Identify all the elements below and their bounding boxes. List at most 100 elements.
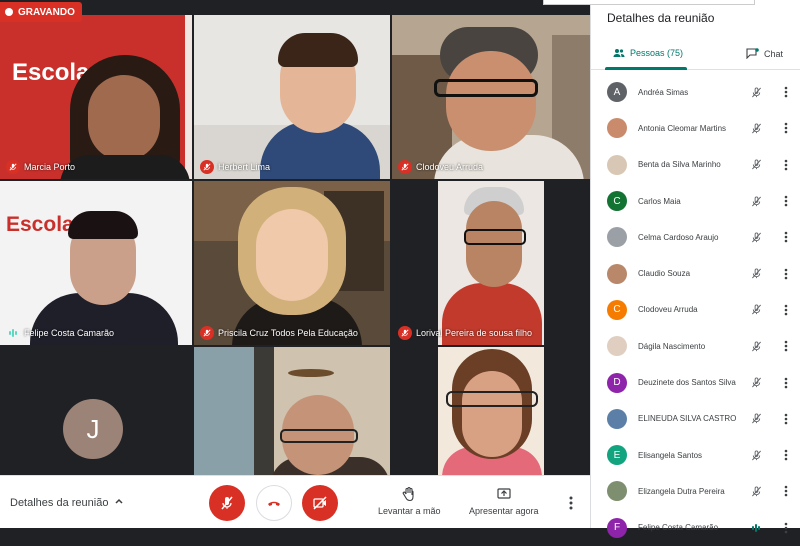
- tab-chat-label: Chat: [764, 48, 784, 59]
- camera-toggle-button[interactable]: [302, 485, 338, 521]
- mic-off-icon: [749, 376, 763, 390]
- mic-off-icon: [398, 326, 412, 340]
- more-options-icon[interactable]: [781, 230, 791, 244]
- mic-off-icon: [200, 326, 214, 340]
- participant-name: Benta da Silva Marinho: [638, 160, 721, 170]
- mic-off-icon: [6, 160, 20, 174]
- more-options-icon[interactable]: [781, 339, 791, 353]
- video-tile[interactable]: J: [0, 347, 192, 475]
- avatar-initial: E: [613, 449, 621, 461]
- participant-avatar: E: [607, 445, 627, 466]
- participant-avatar: D: [607, 372, 627, 393]
- participant-row[interactable]: ELINEUDA SILVA CASTRO: [591, 401, 800, 437]
- avatar-initial: A: [613, 86, 621, 98]
- participant-list: A Andréa Simas Antonia Cleomar Martins Bent…: [591, 74, 800, 546]
- participant-row[interactable]: A Andréa Simas: [591, 74, 800, 110]
- more-options-icon[interactable]: [781, 376, 791, 390]
- participant-avatar: [607, 481, 627, 502]
- leave-call-button[interactable]: [256, 485, 292, 521]
- mic-off-icon: [749, 448, 763, 462]
- camera-off-icon: [313, 496, 327, 510]
- mic-off-icon: [749, 267, 763, 281]
- present-now-label: Apresentar agora: [469, 506, 539, 516]
- participant-name: Herbert Lima: [218, 162, 271, 172]
- avatar-initial: C: [613, 195, 621, 207]
- mic-off-icon: [398, 160, 412, 174]
- participant-name: Antonia Cleomar Martins: [638, 123, 727, 133]
- participant-avatar: C: [607, 299, 627, 320]
- mic-toggle-button[interactable]: [209, 485, 245, 521]
- participant-row[interactable]: Benta da Silva Marinho: [591, 147, 800, 183]
- more-options-icon[interactable]: [781, 194, 791, 208]
- participant-avatar: [607, 263, 627, 284]
- participant-row[interactable]: Dágila Nascimento: [591, 328, 800, 364]
- more-options-icon[interactable]: [781, 484, 791, 498]
- raise-hand-button[interactable]: Levantar a mão: [378, 486, 441, 516]
- participant-avatar: [607, 154, 627, 175]
- more-options-icon[interactable]: [781, 303, 791, 317]
- more-options-icon[interactable]: [566, 495, 576, 511]
- participant-name-tag: Herbert Lima: [200, 160, 270, 174]
- participant-row[interactable]: C Clodoveu Arruda: [591, 292, 800, 328]
- participant-name: Carlos Maia: [638, 196, 681, 206]
- panel-tabs: Pessoas (75) Chat: [591, 40, 800, 70]
- participant-name: Priscila Cruz Todos Pela Educação: [218, 328, 358, 338]
- participant-name-tag: Felipe Costa Camarão: [6, 326, 114, 340]
- video-tile[interactable]: Escola Felipe Costa Camarão: [0, 181, 192, 345]
- participant-name-tag: Clodoveu Arruda: [398, 160, 483, 174]
- video-tile[interactable]: Priscila Cruz Todos Pela Educação: [194, 181, 390, 345]
- panel-title: Detalhes da reunião: [607, 11, 715, 25]
- avatar-initial: D: [613, 377, 621, 389]
- present-now-button[interactable]: Apresentar agora: [469, 486, 539, 516]
- participant-row[interactable]: Elizangela Dutra Pereira: [591, 473, 800, 509]
- participant-avatar: A: [607, 82, 627, 103]
- participant-avatar: [607, 227, 627, 248]
- more-options-icon[interactable]: [781, 85, 791, 99]
- people-icon: [613, 49, 625, 57]
- tab-people[interactable]: Pessoas (75): [613, 48, 683, 58]
- mic-off-icon: [749, 158, 763, 172]
- participant-name: Lorival Pereira de sousa filho: [416, 328, 533, 338]
- participant-name: Elisangela Santos: [638, 450, 703, 460]
- participant-avatar: J: [63, 399, 123, 459]
- video-tile[interactable]: [392, 347, 590, 475]
- participant-name: Clodoveu Arruda: [416, 162, 484, 172]
- participant-row[interactable]: D Deuzinete dos Santos Silva: [591, 364, 800, 400]
- participant-avatar: [607, 336, 627, 357]
- top-popup-edge: [543, 0, 755, 5]
- more-options-icon[interactable]: [781, 267, 791, 281]
- mic-off-icon: [749, 85, 763, 99]
- participant-name: Andréa Simas: [638, 87, 689, 97]
- record-dot-icon: [5, 8, 13, 16]
- participant-row[interactable]: C Carlos Maia: [591, 183, 800, 219]
- participant-name: Marcia Porto: [24, 162, 76, 172]
- participant-name: Clodoveu Arruda: [638, 305, 698, 315]
- participant-row[interactable]: Celma Cardoso Araujo: [591, 219, 800, 255]
- mic-off-icon: [749, 303, 763, 317]
- more-options-icon[interactable]: [781, 412, 791, 426]
- mic-off-icon: [749, 230, 763, 244]
- more-options-icon[interactable]: [781, 448, 791, 462]
- participant-name: Dágila Nascimento: [638, 341, 706, 351]
- mic-off-icon: [749, 121, 763, 135]
- video-tile[interactable]: Escola Marcia Porto: [0, 15, 192, 179]
- participant-name-tag: Marcia Porto: [6, 160, 75, 174]
- tab-chat[interactable]: Chat: [746, 48, 783, 59]
- more-options-icon[interactable]: [781, 158, 791, 172]
- participant-avatar: [607, 118, 627, 139]
- participant-row[interactable]: Antonia Cleomar Martins: [591, 110, 800, 146]
- video-tile[interactable]: Herbert Lima: [194, 15, 390, 179]
- meeting-details-toggle[interactable]: Detalhes da reunião: [10, 496, 124, 509]
- participant-row[interactable]: E Elisangela Santos: [591, 437, 800, 473]
- participant-row[interactable]: Claudio Souza: [591, 255, 800, 291]
- mic-off-icon: [749, 194, 763, 208]
- avatar-initial: C: [613, 304, 621, 316]
- video-tile[interactable]: [194, 347, 390, 475]
- chat-icon: [746, 48, 759, 59]
- mic-off-icon: [749, 339, 763, 353]
- present-screen-icon: [497, 488, 511, 499]
- video-tile[interactable]: Clodoveu Arruda: [392, 15, 590, 179]
- video-tile[interactable]: Lorival Pereira de sousa filho: [392, 181, 590, 345]
- active-tab-indicator: [605, 67, 687, 70]
- more-options-icon[interactable]: [781, 121, 791, 135]
